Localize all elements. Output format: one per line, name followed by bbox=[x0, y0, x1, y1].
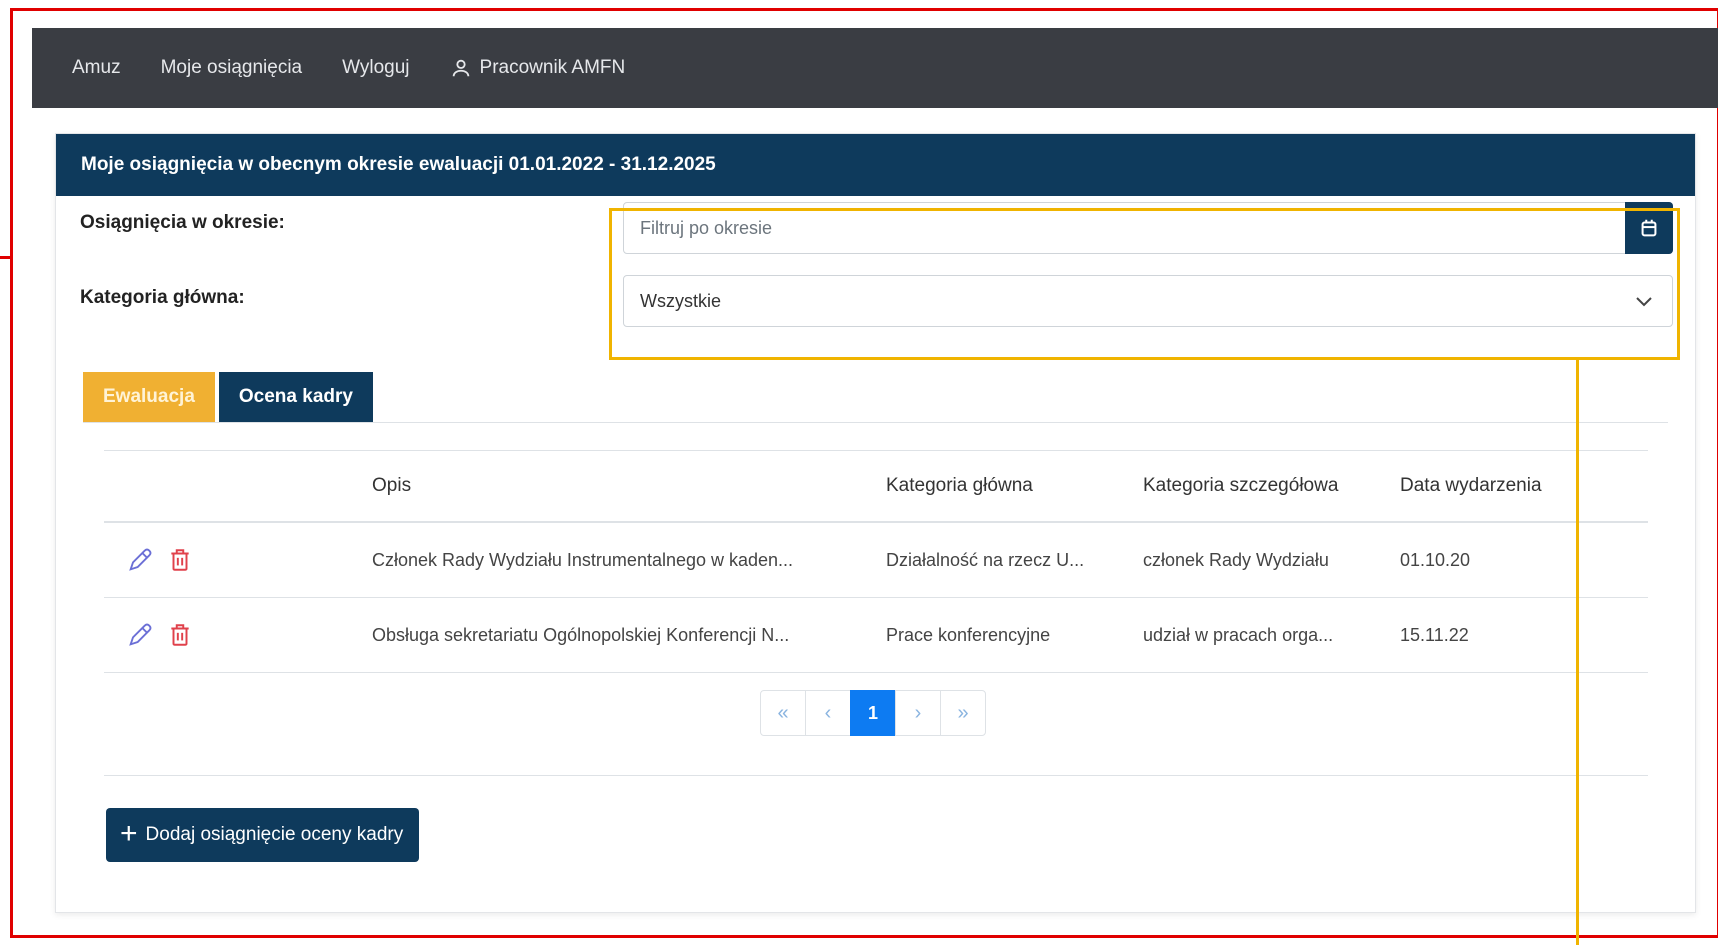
category-select[interactable]: Wszystkie bbox=[623, 275, 1673, 327]
trash-icon bbox=[171, 549, 189, 571]
pencil-icon bbox=[129, 623, 152, 646]
nav-item-my-achievements[interactable]: Moje osiągnięcia bbox=[161, 57, 303, 79]
cell-szczegolowa: udział w pracach orga... bbox=[1143, 624, 1334, 645]
top-navbar: Amuz Moje osiągnięcia Wyloguj Pracownik … bbox=[32, 28, 1718, 108]
edit-button[interactable] bbox=[124, 544, 156, 576]
period-filter-row: Osiągnięcia w okresie: bbox=[80, 212, 285, 234]
annotation-outer-tick bbox=[0, 256, 12, 259]
header-opis: Opis bbox=[372, 475, 412, 496]
category-filter-label: Kategoria główna: bbox=[80, 287, 245, 308]
tab-bar: Ewaluacja Ocena kadry bbox=[83, 372, 373, 422]
card-title: Moje osiągnięcia w obecnym okresie ewalu… bbox=[56, 134, 1695, 196]
nav-item-amuz[interactable]: Amuz bbox=[72, 57, 121, 79]
trash-icon bbox=[171, 624, 189, 646]
achievements-table: Opis Kategoria główna Kategoria szczegół… bbox=[104, 450, 1648, 673]
achievements-card: Moje osiągnięcia w obecnym okresie ewalu… bbox=[55, 133, 1696, 913]
delete-button[interactable] bbox=[164, 544, 196, 576]
delete-button[interactable] bbox=[164, 619, 196, 651]
table-row: Obsługa sekretariatu Ogólnopolskiej Konf… bbox=[104, 598, 1648, 673]
row-actions bbox=[104, 619, 372, 651]
category-select-value: Wszystkie bbox=[640, 290, 721, 311]
row-actions bbox=[104, 544, 372, 576]
edit-button[interactable] bbox=[124, 619, 156, 651]
pagination: « ‹ 1 › » bbox=[760, 690, 986, 736]
nav-item-logout[interactable]: Wyloguj bbox=[342, 57, 409, 79]
page-current-button[interactable]: 1 bbox=[850, 690, 896, 736]
cell-kategoria: Prace konferencyjne bbox=[886, 624, 1051, 645]
add-achievement-button[interactable]: + Dodaj osiągnięcie oceny kadry bbox=[106, 808, 420, 862]
chevron-down-icon bbox=[1636, 297, 1652, 307]
cell-data: 01.10.20 bbox=[1400, 549, 1471, 570]
tab-ewaluacja[interactable]: Ewaluacja bbox=[83, 372, 215, 422]
period-filter-label: Osiągnięcia w okresie: bbox=[80, 212, 285, 233]
header-kategoria-szczegolowa: Kategoria szczegółowa bbox=[1143, 475, 1339, 496]
pencil-icon bbox=[129, 548, 152, 571]
period-filter-group bbox=[623, 202, 1673, 254]
user-icon bbox=[452, 59, 469, 77]
category-filter-row: Kategoria główna: bbox=[80, 287, 245, 309]
page-prev-button[interactable]: ‹ bbox=[805, 690, 851, 736]
tab-ocena-kadry[interactable]: Ocena kadry bbox=[218, 372, 373, 422]
cell-szczegolowa: członek Rady Wydziału bbox=[1143, 549, 1329, 570]
header-data-wydarzenia: Data wydarzenia bbox=[1400, 475, 1542, 496]
page-last-button[interactable]: » bbox=[940, 690, 986, 736]
cell-kategoria: Działalność na rzecz U... bbox=[886, 549, 1085, 570]
nav-user-menu[interactable]: Pracownik AMFN bbox=[450, 57, 626, 79]
add-achievement-label: Dodaj osiągnięcie oceny kadry bbox=[145, 824, 404, 845]
cell-opis: Członek Rady Wydziału Instrumentalnego w… bbox=[372, 549, 794, 570]
cell-data: 15.11.22 bbox=[1400, 624, 1469, 645]
tabs-divider bbox=[83, 422, 1668, 423]
page-next-button[interactable]: › bbox=[895, 690, 941, 736]
calendar-icon bbox=[1641, 219, 1657, 237]
nav-user-label: Pracownik AMFN bbox=[479, 57, 626, 78]
table-row: Członek Rady Wydziału Instrumentalnego w… bbox=[104, 523, 1648, 598]
calendar-button[interactable] bbox=[1625, 202, 1673, 254]
page-first-button[interactable]: « bbox=[760, 690, 806, 736]
table-header: Opis Kategoria główna Kategoria szczegół… bbox=[104, 450, 1648, 523]
header-kategoria-glowna: Kategoria główna bbox=[886, 475, 1033, 496]
footer-divider bbox=[104, 775, 1648, 776]
period-filter-input[interactable] bbox=[624, 202, 1625, 254]
cell-opis: Obsługa sekretariatu Ogólnopolskiej Konf… bbox=[372, 624, 790, 645]
plus-icon: + bbox=[120, 816, 138, 850]
